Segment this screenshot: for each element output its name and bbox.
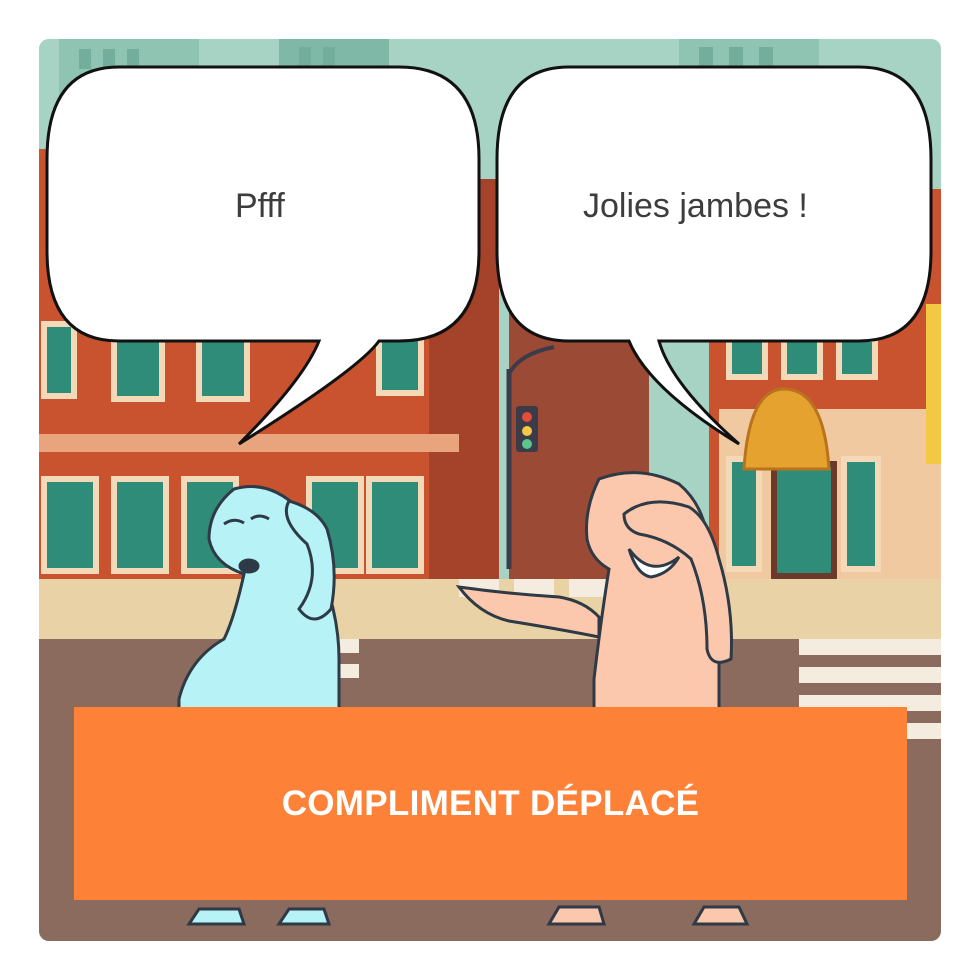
- caption-banner: COMPLIMENT DÉPLACÉ: [74, 707, 907, 900]
- right-speech-text: Jolies jambes !: [583, 187, 808, 225]
- shop-door: [771, 461, 837, 579]
- left-speech-text: Pfff: [235, 187, 285, 225]
- caption-label: COMPLIMENT DÉPLACÉ: [281, 783, 700, 823]
- illustration-card: Pfff Jolies jambes ! COMPLIMENT DÉPLACÉ: [39, 39, 941, 941]
- signboard: [926, 304, 941, 464]
